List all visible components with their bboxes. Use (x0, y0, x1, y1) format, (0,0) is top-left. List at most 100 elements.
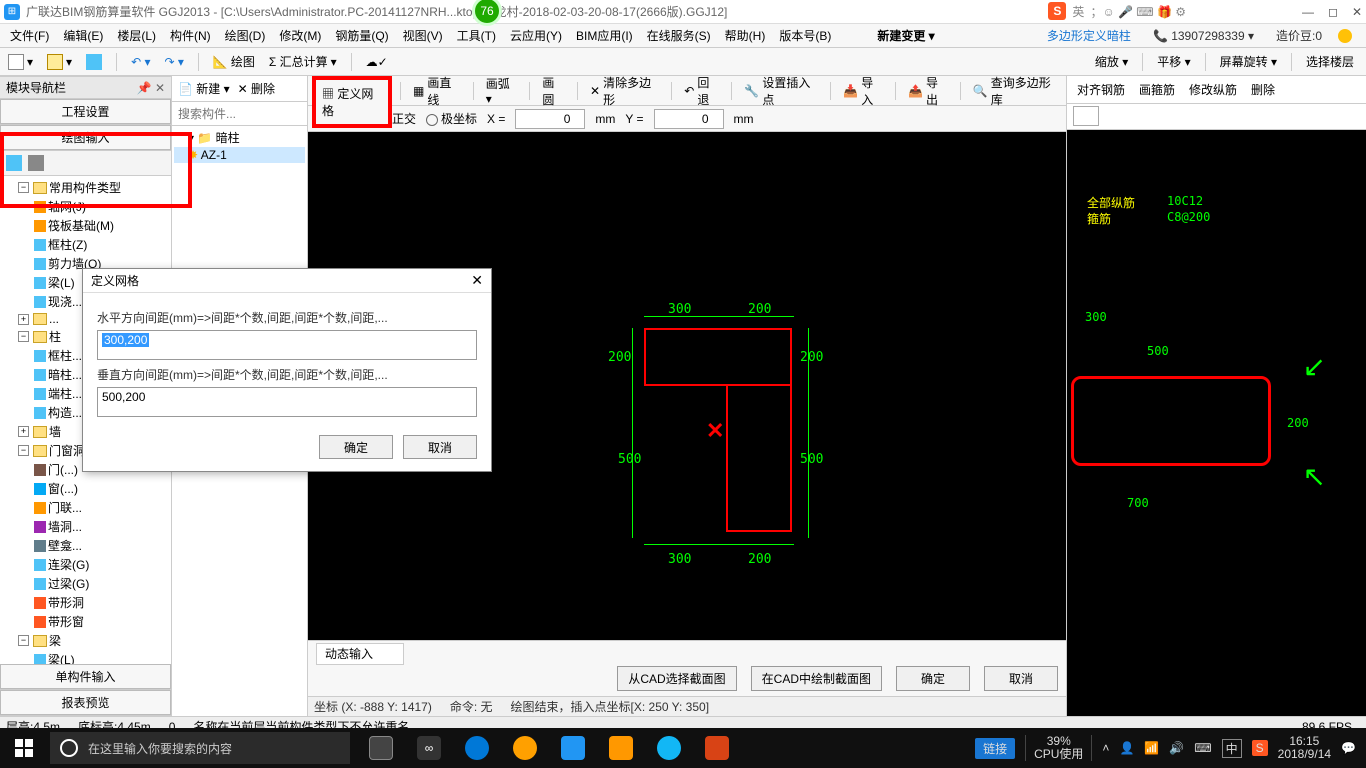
tree-liang-0[interactable]: 梁(L) (48, 651, 75, 664)
tree-expand-icon[interactable] (6, 155, 22, 171)
menu-element[interactable]: 构件(N) (164, 25, 217, 46)
sogou-icon[interactable]: S (1048, 2, 1066, 20)
menu-help[interactable]: 帮助(H) (719, 25, 772, 46)
rebar-dropdown[interactable] (1073, 106, 1099, 126)
app-notes[interactable] (598, 728, 644, 768)
ok-button[interactable]: 确定 (896, 666, 970, 691)
minimize-icon[interactable]: — (1302, 5, 1314, 19)
pan-button[interactable]: 平移 ▾ (1157, 53, 1190, 70)
select-floor-button[interactable]: 选择楼层 (1306, 53, 1354, 70)
btn-single-input[interactable]: 单构件输入 (0, 664, 171, 689)
draw-arc-button[interactable]: 画弧 ▾ (482, 73, 522, 108)
rebar-preview[interactable]: 全部纵筋 10C12 箍筋 C8@200 300 500 200 700 ↙ ↖ (1067, 130, 1366, 716)
redo-button[interactable]: ↷ ▾ (160, 53, 187, 71)
define-grid-button[interactable]: ▦ 定义网格 (322, 85, 382, 119)
delete-element-button[interactable]: ✕ 删除 (238, 80, 275, 97)
taskbar-search[interactable]: 在这里输入你要搜索的内容 (50, 732, 350, 764)
tree-wall[interactable]: 墙 (49, 423, 61, 440)
menu-file[interactable]: 文件(F) (4, 25, 55, 46)
menu-cloud[interactable]: 云应用(Y) (504, 25, 568, 46)
menu-floor[interactable]: 楼层(L) (111, 25, 162, 46)
ime-icons[interactable]: ；☺ 🎤 ⌨ 🎁 ⚙ (1090, 3, 1186, 20)
tree-col-0[interactable]: 框柱... (48, 347, 82, 364)
draw-circle-button[interactable]: 画圆 (538, 72, 569, 110)
menu-tools[interactable]: 工具(T) (451, 25, 502, 46)
tree-door[interactable]: 门(...) (48, 461, 78, 478)
btn-report-preview[interactable]: 报表预览 (0, 690, 171, 715)
zoom-button[interactable]: 缩放 ▾ (1095, 53, 1128, 70)
save-button[interactable] (82, 52, 106, 72)
rotate-button[interactable]: 屏幕旋转 ▾ (1220, 53, 1277, 70)
dialog-close-icon[interactable]: ✕ (471, 272, 483, 289)
search-input[interactable] (172, 102, 307, 125)
app-wps[interactable] (694, 728, 740, 768)
pin-icon[interactable]: 📌 (137, 81, 152, 95)
tree-doorwin[interactable]: 门联... (48, 499, 82, 516)
draw-button[interactable]: 📐 绘图 (209, 51, 259, 72)
tree-opening[interactable]: 门窗洞 (49, 442, 85, 459)
tree-wallhole[interactable]: 墙洞... (48, 518, 82, 535)
tree-col-2[interactable]: 端柱... (48, 385, 82, 402)
tree-axis[interactable]: 轴网(J) (48, 198, 86, 215)
insert-point-button[interactable]: 🔧 设置插入点 (740, 72, 822, 110)
menu-online[interactable]: 在线服务(S) (641, 25, 717, 46)
tree-strip-hole[interactable]: 带形洞 (48, 594, 84, 611)
phone-label[interactable]: 📞 13907298339 ▾ (1147, 27, 1260, 45)
y-input[interactable] (654, 109, 724, 129)
list-item[interactable]: ✸ AZ-1 (174, 147, 305, 163)
draw-line-button[interactable]: ▦ 画直线 (409, 72, 465, 110)
tree-castinplace[interactable]: 现浇... (48, 293, 82, 310)
h-spacing-input[interactable]: 300,200 (97, 330, 477, 360)
menu-edit[interactable]: 编辑(E) (57, 25, 109, 46)
btn-draw-input[interactable]: 绘图输入 (0, 125, 171, 150)
import-button[interactable]: 📥 导入 (839, 72, 887, 110)
back-button[interactable]: ↶ 回退 (680, 72, 723, 110)
export-button[interactable]: 📤 导出 (904, 72, 952, 110)
tray-clock[interactable]: 16:15 2018/9/14 (1278, 735, 1331, 761)
tab-modify-long[interactable]: 修改纵筋 (1189, 81, 1237, 98)
cancel-button[interactable]: 取消 (984, 666, 1058, 691)
menu-bim[interactable]: BIM应用(I) (570, 25, 639, 46)
tray-notifications-icon[interactable]: 💬 (1341, 741, 1356, 755)
tray-keyboard-icon[interactable]: ⌨ (1194, 741, 1211, 755)
app-ggj[interactable] (550, 728, 596, 768)
cloud-check-icon[interactable]: ☁✓ (362, 53, 392, 71)
maximize-icon[interactable]: ◻ (1328, 5, 1338, 19)
tree-column[interactable]: 柱 (49, 328, 61, 345)
new-element-button[interactable]: 📄 新建 ▾ (178, 80, 230, 97)
dialog-cancel-button[interactable]: 取消 (403, 435, 477, 459)
query-button[interactable]: 🔍 查询多边形库 (969, 72, 1062, 110)
list-group[interactable]: ▾ 📁 暗柱 (174, 128, 305, 147)
tray-volume-icon[interactable]: 🔊 (1169, 741, 1184, 755)
tree-liang[interactable]: 梁 (49, 632, 61, 649)
tree-framecol[interactable]: 框柱(Z) (48, 236, 87, 253)
ime-lang[interactable]: 英 (1072, 3, 1084, 20)
dynamic-input-toggle[interactable]: 动态输入 (316, 643, 404, 665)
app-edge[interactable] (454, 728, 500, 768)
x-input[interactable] (515, 109, 585, 129)
tree-col-1[interactable]: 暗柱... (48, 366, 82, 383)
tree-raft[interactable]: 筏板基础(M) (48, 217, 114, 234)
tab-draw-stirrup[interactable]: 画箍筋 (1139, 81, 1175, 98)
close-icon[interactable]: ✕ (1352, 5, 1362, 19)
tree-col-3[interactable]: 构造... (48, 404, 82, 421)
tray-up-icon[interactable]: ˄ (1102, 741, 1109, 755)
clear-poly-button[interactable]: ✕ 清除多边形 (586, 72, 663, 110)
app-360[interactable] (502, 728, 548, 768)
tray-link[interactable]: 链接 (975, 738, 1015, 759)
v-spacing-input[interactable]: 500,200 (97, 387, 477, 417)
open-button[interactable]: ▾ (43, 52, 76, 72)
tray-ime[interactable]: 中 (1222, 739, 1242, 758)
panel-close-icon[interactable]: ✕ (155, 81, 165, 95)
undo-button[interactable]: ↶ ▾ (127, 53, 154, 71)
from-cad-button[interactable]: 从CAD选择截面图 (617, 666, 736, 691)
dialog-ok-button[interactable]: 确定 (319, 435, 393, 459)
tree-strip-win[interactable]: 带形窗 (48, 613, 84, 630)
new-button[interactable]: ▾ (4, 52, 37, 72)
menu-newchange[interactable]: 新建变更 ▾ (871, 25, 940, 46)
task-view-icon[interactable] (358, 728, 404, 768)
start-button[interactable] (0, 728, 48, 768)
tab-delete[interactable]: 删除 (1251, 81, 1275, 98)
tree-niche[interactable]: 壁龛... (48, 537, 82, 554)
menu-draw[interactable]: 绘图(D) (219, 25, 272, 46)
